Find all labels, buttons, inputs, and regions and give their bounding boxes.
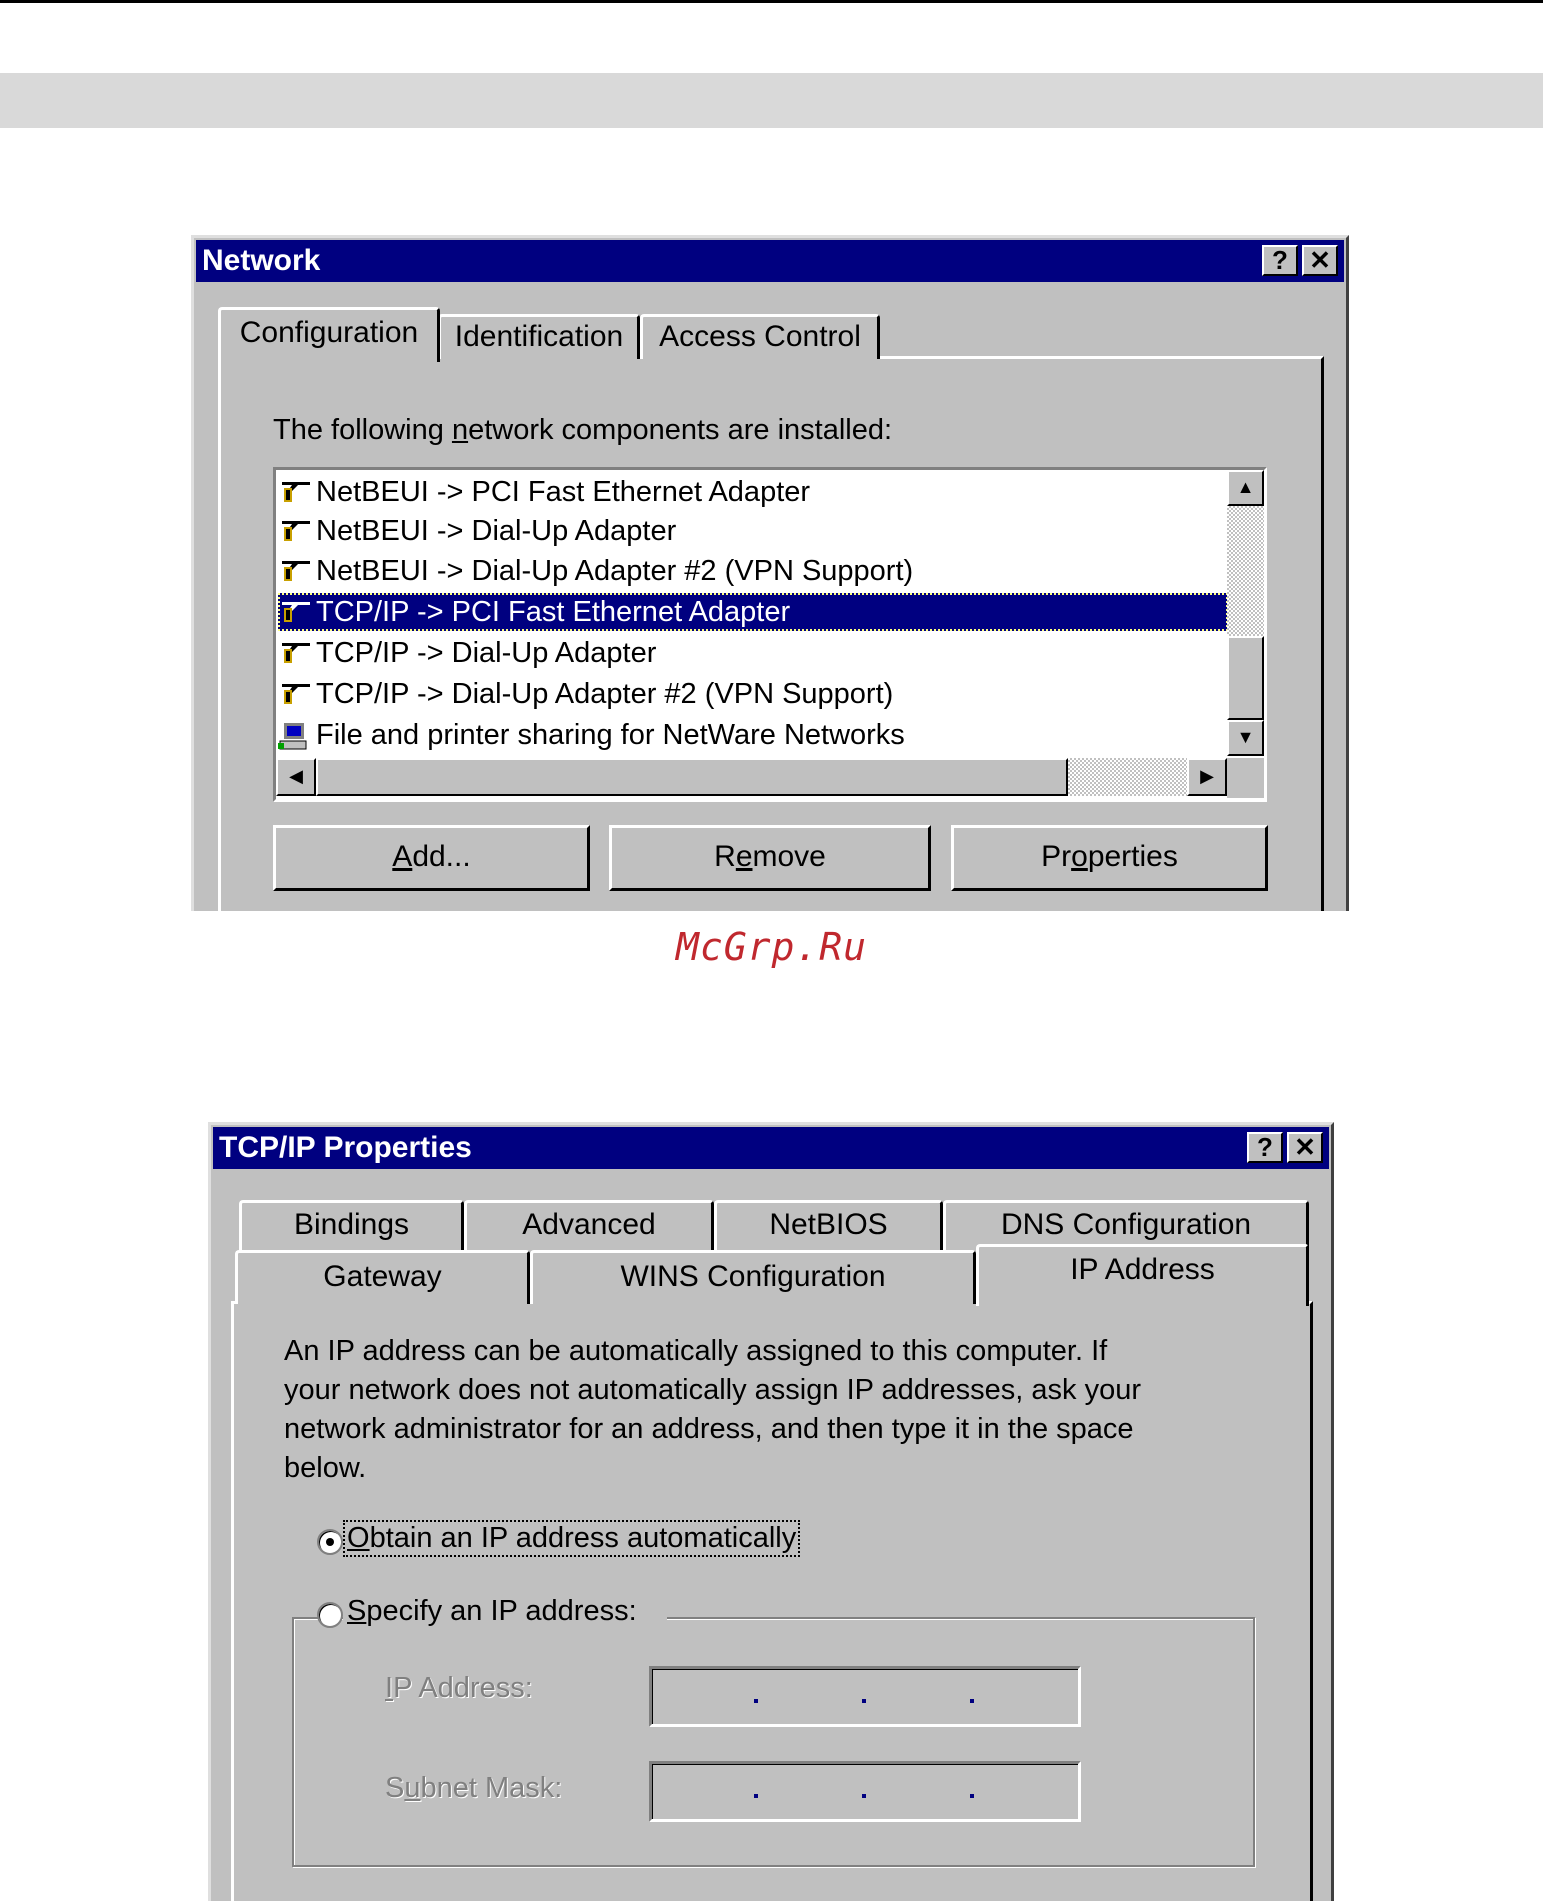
tab-configuration[interactable]: Configuration: [218, 307, 440, 362]
ip-description-line-1: An IP address can be automatically assig…: [284, 1335, 1108, 1367]
scroll-up-button[interactable]: ▲: [1227, 470, 1264, 506]
ip-address-label: IP Address:: [385, 1672, 533, 1704]
tab-dns-configuration[interactable]: DNS Configuration: [943, 1200, 1309, 1250]
tab-ip-address[interactable]: IP Address: [976, 1244, 1309, 1306]
ip-octet-separator: [970, 1699, 974, 1703]
tab-gateway[interactable]: Gateway: [235, 1250, 530, 1304]
close-button[interactable]: ✕: [1287, 1132, 1323, 1163]
scrollbar-corner: [1227, 758, 1264, 798]
arrow-down-icon: ▼: [1236, 727, 1255, 747]
network-protocol-icon: [282, 643, 310, 664]
ip-octet-separator: [970, 1794, 974, 1798]
tab-identification[interactable]: Identification: [438, 314, 640, 359]
ip-description-line-2: your network does not automatically assi…: [284, 1374, 1142, 1406]
network-components-list[interactable]: NetBEUI -> PCI Fast Ethernet Adapter Net…: [273, 467, 1267, 802]
tab-netbios[interactable]: NetBIOS: [714, 1200, 943, 1250]
arrow-up-icon: ▲: [1236, 477, 1255, 497]
network-protocol-icon: [282, 684, 310, 705]
ip-octet-separator: [754, 1699, 758, 1703]
scroll-down-button[interactable]: ▼: [1227, 720, 1264, 756]
help-button[interactable]: ?: [1247, 1132, 1283, 1163]
network-dialog: Network ? ✕ Identification Access Contro…: [191, 235, 1349, 911]
arrow-right-icon: ▶: [1200, 766, 1214, 786]
page-top-rule: [0, 0, 1543, 3]
close-icon: ✕: [1294, 1132, 1316, 1162]
help-icon: ?: [1272, 245, 1288, 275]
obtain-ip-label[interactable]: Obtain an IP address automatically: [342, 1520, 801, 1557]
radio-checked-dot: [326, 1538, 334, 1546]
watermark: McGrp.Ru: [675, 925, 868, 969]
list-item[interactable]: TCP/IP -> Dial-Up Adapter: [278, 634, 1228, 672]
scroll-left-button[interactable]: ◀: [276, 758, 316, 796]
network-dialog-title: Network: [202, 244, 321, 277]
list-item[interactable]: TCP/IP -> Dial-Up Adapter #2 (VPN Suppor…: [278, 675, 1228, 713]
network-protocol-icon: [282, 482, 310, 503]
specify-ip-groupbox: [292, 1617, 1255, 1867]
ip-octet-separator: [862, 1794, 866, 1798]
tab-advanced[interactable]: Advanced: [464, 1200, 714, 1250]
subnet-mask-field[interactable]: . . .: [649, 1761, 1081, 1822]
tab-wins-configuration[interactable]: WINS Configuration: [530, 1250, 976, 1304]
ip-description-line-4: below.: [284, 1452, 367, 1484]
arrow-left-icon: ◀: [289, 766, 303, 786]
subnet-mask-label: Subnet Mask:: [385, 1772, 563, 1804]
help-button[interactable]: ?: [1262, 245, 1298, 276]
ip-description-line-3: network administrator for an address, an…: [284, 1413, 1134, 1445]
close-icon: ✕: [1309, 245, 1331, 275]
close-button[interactable]: ✕: [1302, 245, 1338, 276]
network-protocol-icon: [282, 561, 310, 582]
tab-access-control[interactable]: Access Control: [640, 314, 880, 359]
list-item[interactable]: File and printer sharing for NetWare Net…: [278, 716, 1228, 754]
components-label: The following network components are ins…: [273, 414, 893, 446]
list-item[interactable]: NetBEUI -> Dial-Up Adapter: [278, 512, 1228, 550]
tcpip-properties-dialog: TCP/IP Properties ? ✕ Bindings Advanced …: [208, 1122, 1334, 1901]
add-button[interactable]: Add...: [273, 825, 590, 891]
horizontal-scroll-thumb[interactable]: [316, 758, 1068, 796]
vertical-scroll-thumb[interactable]: [1227, 636, 1264, 720]
tcpip-dialog-titlebar: TCP/IP Properties ? ✕: [213, 1127, 1329, 1169]
help-icon: ?: [1257, 1132, 1273, 1162]
file-printer-sharing-icon: [278, 723, 307, 750]
network-protocol-icon: [282, 521, 310, 542]
ip-octet-separator: [754, 1794, 758, 1798]
list-item[interactable]: NetBEUI -> Dial-Up Adapter #2 (VPN Suppo…: [278, 552, 1228, 590]
obtain-ip-radio[interactable]: [317, 1529, 343, 1555]
network-dialog-titlebar: Network ? ✕: [196, 240, 1344, 282]
properties-button[interactable]: Properties: [951, 825, 1268, 891]
specify-ip-radio[interactable]: [317, 1602, 343, 1628]
page-header-band: [0, 73, 1543, 128]
remove-button[interactable]: Remove: [609, 825, 931, 891]
tcpip-dialog-title: TCP/IP Properties: [219, 1131, 472, 1164]
list-item[interactable]: NetBEUI -> PCI Fast Ethernet Adapter: [278, 473, 1228, 511]
specify-ip-label[interactable]: Specify an IP address:: [343, 1595, 667, 1628]
ip-octet-separator: [862, 1699, 866, 1703]
scroll-right-button[interactable]: ▶: [1187, 758, 1227, 796]
network-protocol-icon: [282, 602, 310, 623]
list-item-selected[interactable]: TCP/IP -> PCI Fast Ethernet Adapter: [278, 593, 1228, 631]
tab-bindings[interactable]: Bindings: [239, 1200, 464, 1250]
ip-address-field[interactable]: . . .: [649, 1666, 1081, 1727]
